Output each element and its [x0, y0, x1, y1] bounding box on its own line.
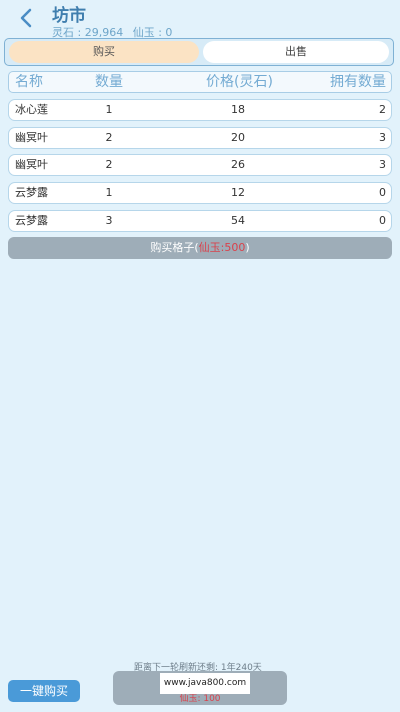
item-name: 幽冥叶 [15, 158, 48, 171]
tab-bar: 购买 出售 [4, 38, 394, 66]
item-owned: 3 [379, 158, 386, 171]
watermark: www.java800.com [160, 673, 250, 694]
table-row[interactable]: 幽冥叶 2 20 3 [8, 127, 392, 149]
buy-slot-button[interactable]: 购买格子(仙玉:500) [8, 237, 392, 259]
buy-slot-suffix: ) [245, 241, 250, 254]
column-quantity: 数量 [95, 74, 123, 90]
item-quantity: 3 [105, 214, 113, 227]
back-button[interactable] [14, 6, 38, 30]
item-quantity: 1 [105, 103, 113, 116]
item-owned: 3 [379, 131, 386, 144]
item-quantity: 2 [105, 158, 113, 171]
column-price: 价格(灵石) [206, 74, 273, 90]
item-name: 云梦露 [15, 186, 48, 199]
item-quantity: 1 [105, 186, 113, 199]
buy-slot-label: 购买格子( [150, 241, 199, 254]
table-row[interactable]: 幽冥叶 2 26 3 [8, 154, 392, 176]
page-title: 坊市 [52, 6, 86, 26]
buy-slot-price: 仙玉:500 [198, 241, 246, 254]
one-key-buy-button[interactable]: 一键购买 [8, 680, 80, 702]
item-owned: 0 [379, 186, 386, 199]
item-quantity: 2 [105, 131, 113, 144]
column-owned: 拥有数量 [330, 74, 386, 90]
item-name: 云梦露 [15, 214, 48, 227]
item-price: 12 [231, 186, 245, 199]
item-owned: 0 [379, 214, 386, 227]
table-row[interactable]: 云梦露 1 12 0 [8, 182, 392, 204]
item-price: 54 [231, 214, 245, 227]
item-price: 18 [231, 103, 245, 116]
table-header: 名称 数量 价格(灵石) 拥有数量 [8, 71, 392, 93]
table-row[interactable]: 云梦露 3 54 0 [8, 210, 392, 232]
column-name: 名称 [15, 74, 43, 90]
header: 坊市 灵石 : 29,964 仙玉 : 0 [0, 0, 400, 40]
item-price: 26 [231, 158, 245, 171]
table-row[interactable]: 冰心莲 1 18 2 [8, 99, 392, 121]
item-price: 20 [231, 131, 245, 144]
item-name: 冰心莲 [15, 103, 48, 116]
tab-buy[interactable]: 购买 [9, 41, 199, 63]
item-name: 幽冥叶 [15, 131, 48, 144]
tab-sell[interactable]: 出售 [203, 41, 389, 63]
chevron-left-icon [20, 8, 32, 28]
item-owned: 2 [379, 103, 386, 116]
